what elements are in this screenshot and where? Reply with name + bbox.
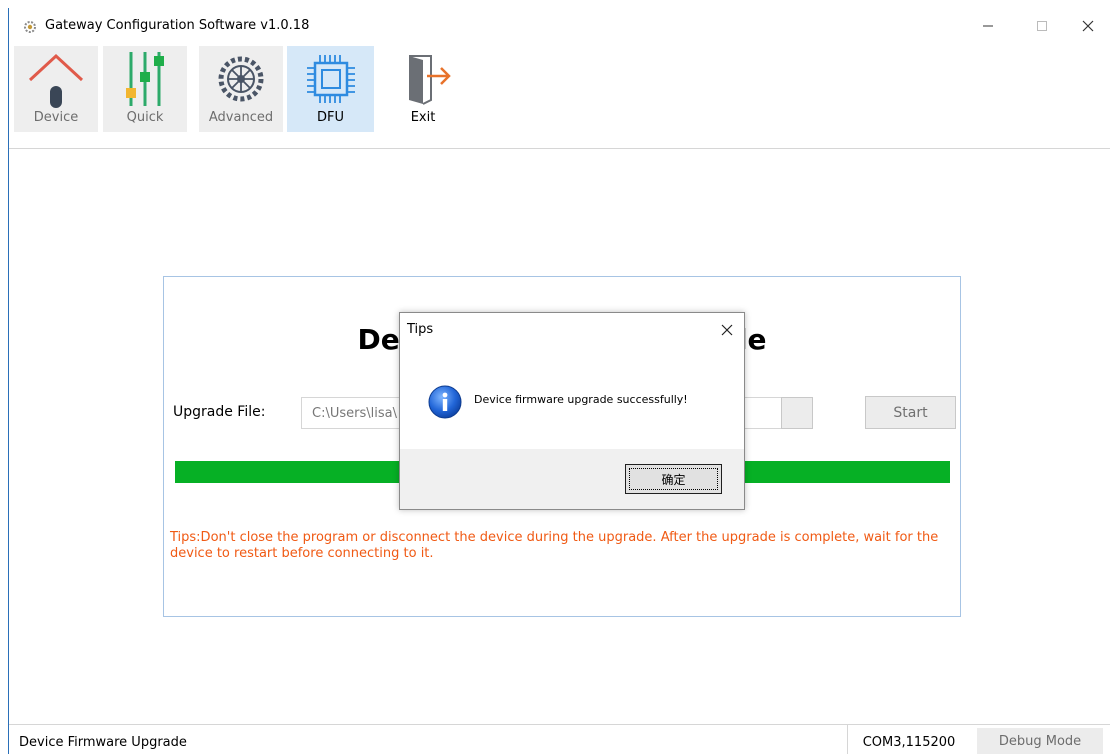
start-button[interactable]: Start [865,396,956,429]
chip-icon [306,55,355,103]
dialog-title: Tips [407,322,434,337]
window-title: Gateway Configuration Software v1.0.18 [45,18,310,33]
upgrade-file-label: Upgrade File: [173,404,266,420]
info-icon [428,385,462,419]
browse-button[interactable] [781,397,813,429]
focus-ring [629,468,718,490]
dialog-footer: 确定 [400,449,744,509]
upgrade-tips-text: Tips:Don't close the program or disconne… [170,530,939,561]
exit-door-icon [409,55,451,105]
app-window: Gateway Configuration Software v1.0.18 D… [0,0,1110,754]
tips-dialog: Tips Device firmware upgrade successfull… [399,312,745,510]
sliders-icon [126,52,164,106]
status-page-text: Device Firmware Upgrade [19,735,187,750]
toolbar-dfu-label: DFU [316,110,344,125]
toolbar-quick-label: Quick [126,110,164,125]
status-com-port: COM3,115200 [862,735,956,750]
house-icon [28,53,84,108]
toolbar-divider [9,148,1110,149]
debug-mode-button[interactable]: Debug Mode [977,728,1103,754]
toolbar-device-button[interactable]: Device [14,46,98,132]
app-gear-icon [24,21,36,33]
close-icon [721,324,733,336]
toolbar-device-label: Device [33,110,79,125]
gear-icon [218,56,264,102]
dialog-close-button[interactable] [716,319,738,341]
toolbar-exit-label: Exit [410,110,436,125]
minimize-icon [983,25,993,27]
dialog-ok-button[interactable]: 确定 [625,464,722,494]
maximize-icon [1037,21,1047,31]
toolbar-exit-button[interactable]: Exit [379,46,467,132]
dialog-message: Device firmware upgrade successfully! [474,393,688,406]
toolbar-advanced-label: Advanced [208,110,274,125]
toolbar-dfu-button[interactable]: DFU [287,46,374,132]
toolbar-quick-button[interactable]: Quick [103,46,187,132]
status-bar: Device Firmware Upgrade COM3,115200 Debu… [9,724,1110,754]
title-bar[interactable]: Gateway Configuration Software v1.0.18 [9,9,1110,45]
minimize-button[interactable] [965,9,1011,43]
maximize-button[interactable] [1019,9,1065,43]
toolbar-advanced-button[interactable]: Advanced [199,46,283,132]
close-icon [1082,20,1094,32]
close-button[interactable] [1065,9,1110,43]
status-separator [847,725,848,754]
main-toolbar: Device Quick Advanced DFU Exit [9,46,1110,132]
